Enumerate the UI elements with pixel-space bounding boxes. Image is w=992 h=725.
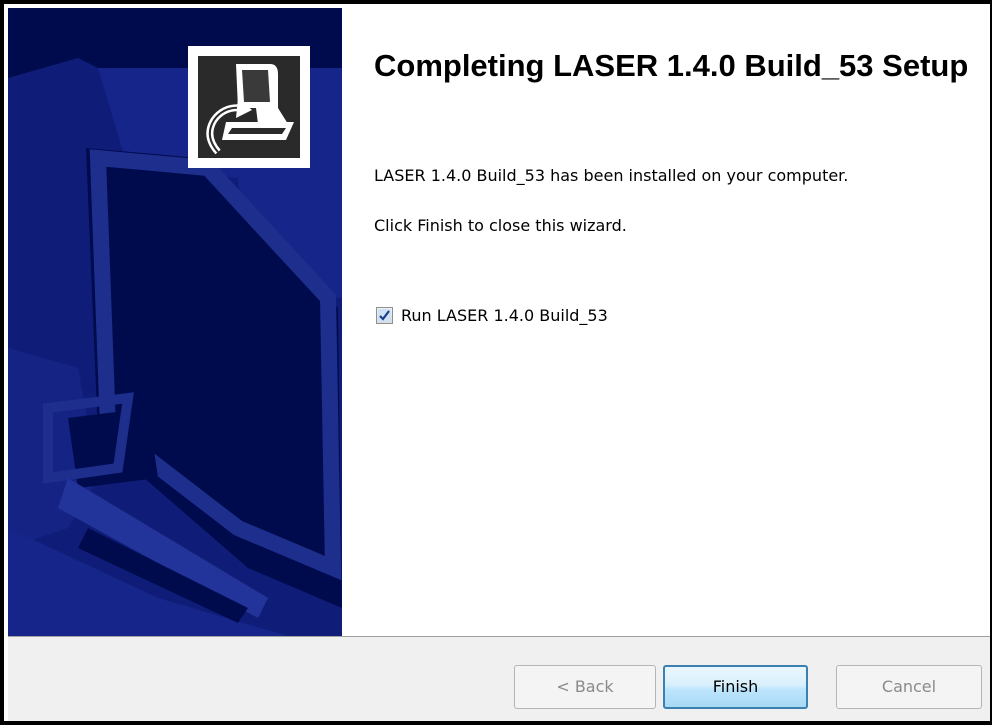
checkmark-icon (378, 309, 391, 322)
installer-logo-frame (188, 46, 310, 168)
wizard-banner (8, 8, 342, 636)
run-app-option[interactable]: Run LASER 1.4.0 Build_53 (376, 306, 608, 325)
setup-wizard-window: Completing LASER 1.4.0 Build_53 Setup LA… (0, 0, 992, 725)
back-button[interactable]: < Back (514, 665, 656, 709)
cancel-button[interactable]: Cancel (836, 665, 982, 709)
run-app-checkbox[interactable] (376, 307, 393, 324)
finish-button[interactable]: Finish (663, 665, 808, 709)
computer-install-icon (198, 56, 300, 158)
page-title: Completing LASER 1.4.0 Build_53 Setup (374, 48, 969, 83)
wizard-content: Completing LASER 1.4.0 Build_53 Setup LA… (342, 8, 990, 636)
finish-instruction: Click Finish to close this wizard. (374, 216, 627, 235)
installed-message: LASER 1.4.0 Build_53 has been installed … (374, 166, 849, 185)
button-bar: < Back Finish Cancel (8, 636, 990, 721)
run-app-label[interactable]: Run LASER 1.4.0 Build_53 (401, 306, 608, 325)
